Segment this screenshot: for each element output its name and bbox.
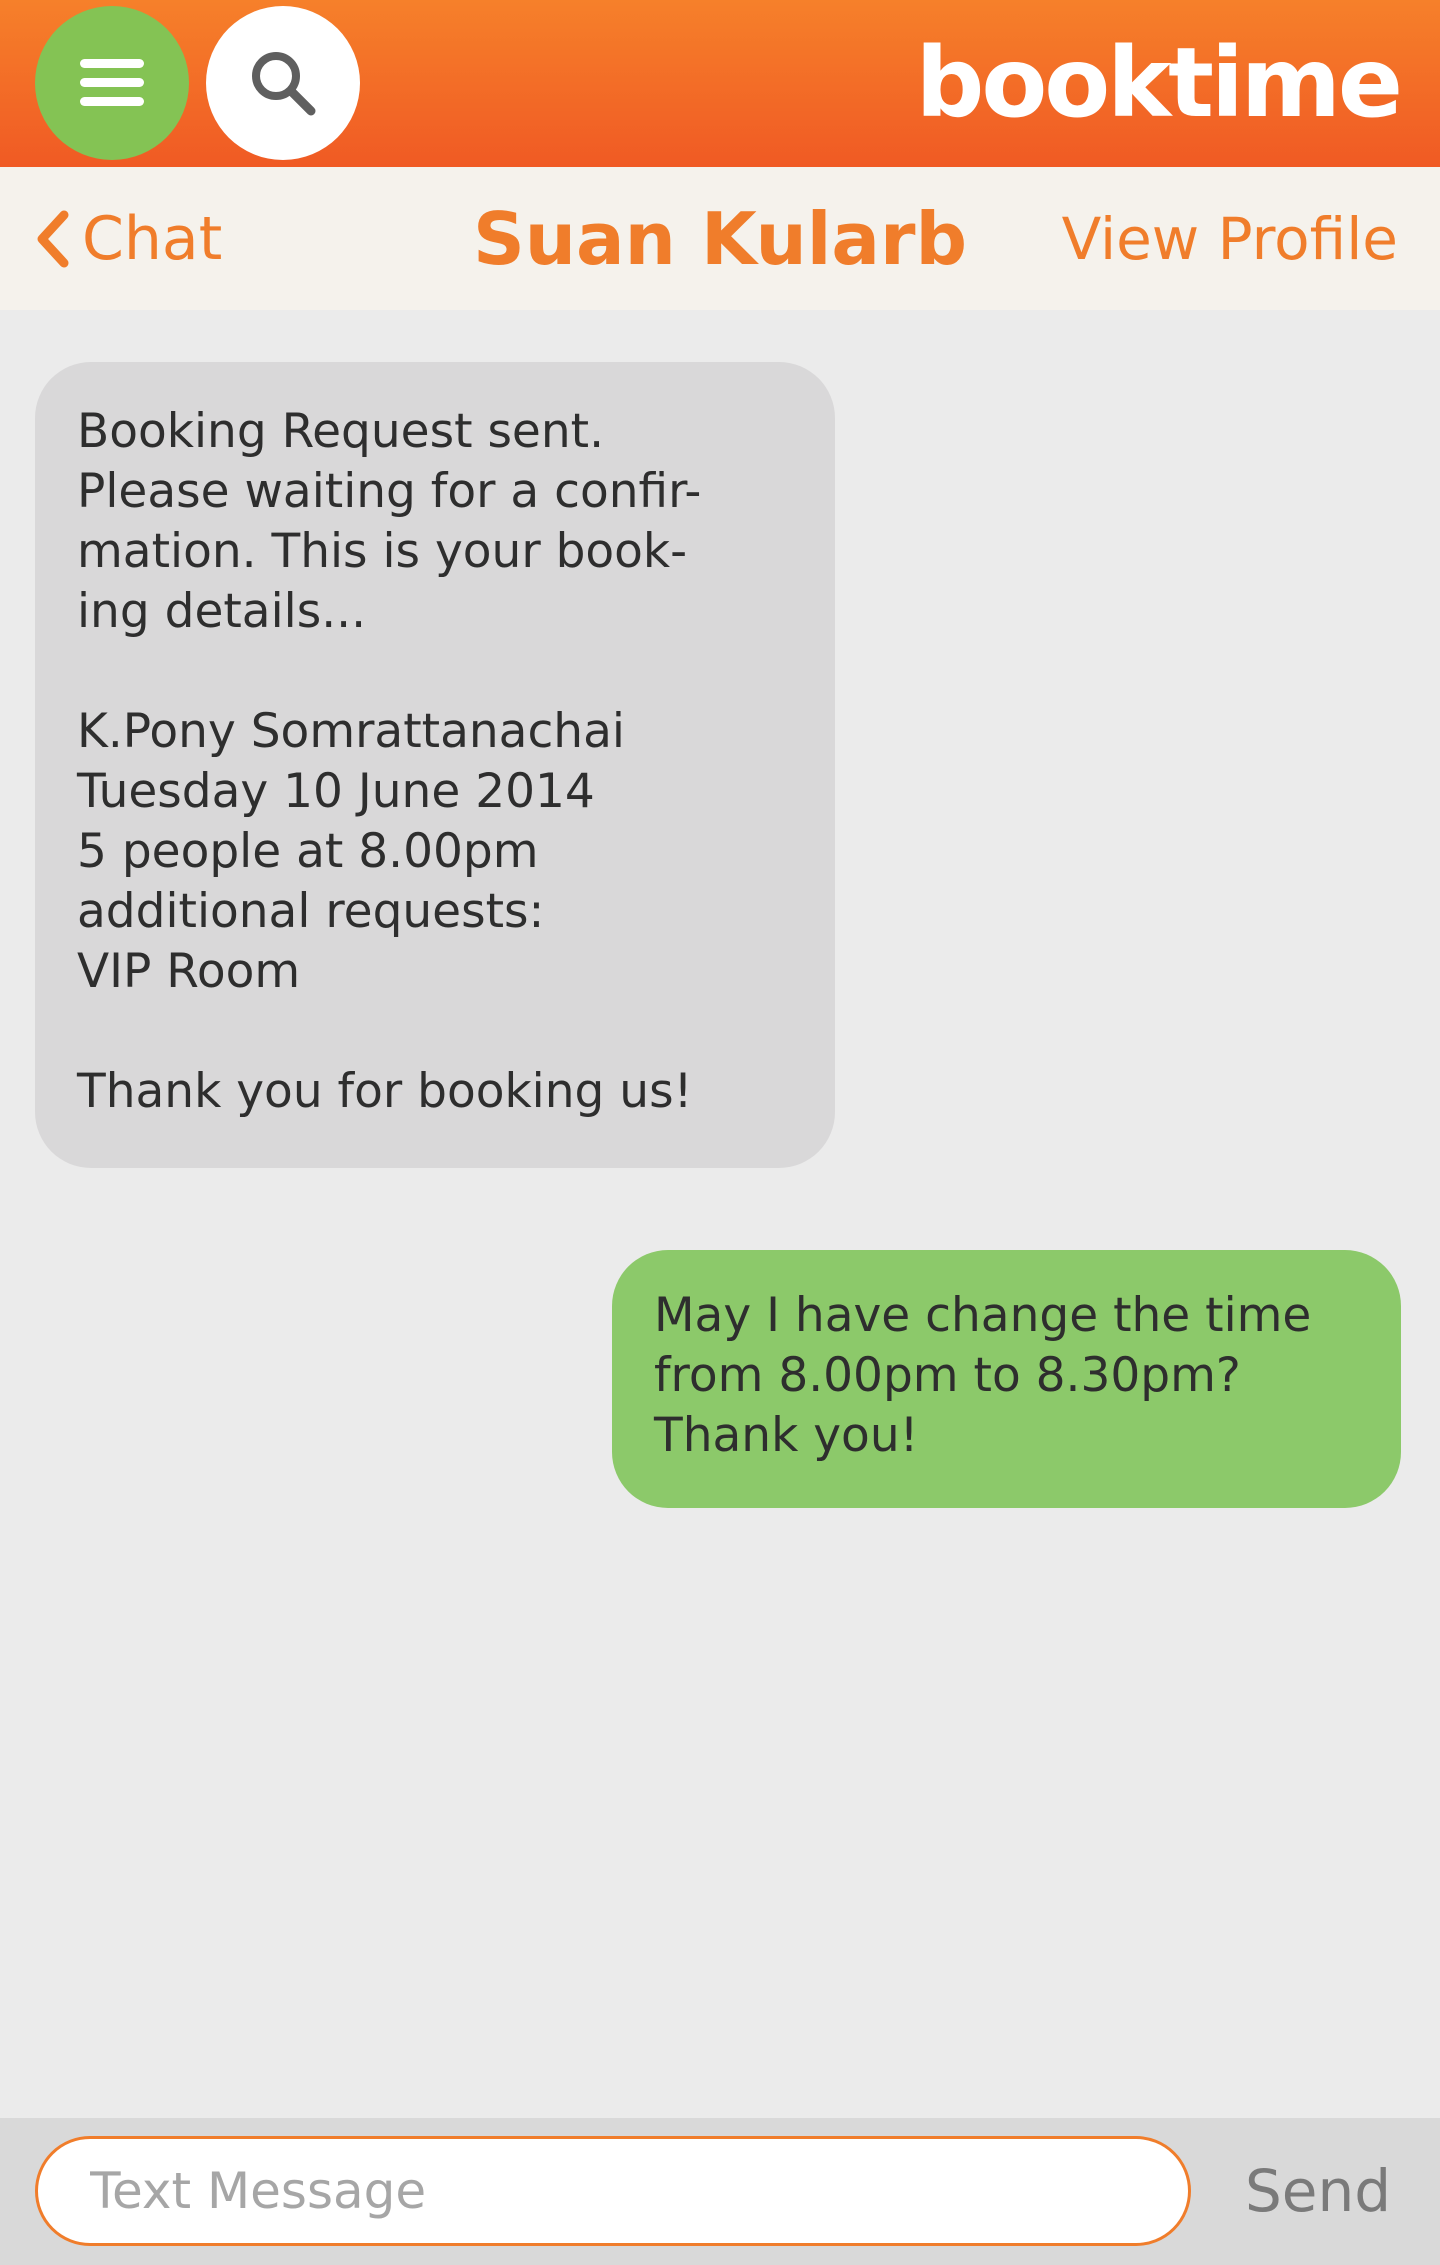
page-title: Suan Kularb	[472, 196, 968, 281]
send-button[interactable]: Send	[1228, 2136, 1408, 2246]
message-list[interactable]: Booking Request sent. Please waiting for…	[0, 310, 1440, 2118]
booktime-logo: booktime	[915, 27, 1403, 139]
search-icon	[252, 52, 316, 116]
back-label: Chat	[82, 203, 223, 274]
hamburger-menu-icon	[80, 59, 144, 106]
message-input[interactable]	[35, 2136, 1191, 2246]
chevron-left-icon	[37, 210, 69, 267]
message-composer: Send	[0, 2118, 1440, 2265]
incoming-message-bubble: Booking Request sent. Please waiting for…	[35, 362, 835, 1168]
chat-navbar: Chat Suan Kularb View Profile	[0, 167, 1440, 310]
view-profile-link[interactable]: View Profile	[1062, 167, 1398, 310]
outgoing-message-bubble: May I have change the time from 8.00pm t…	[612, 1250, 1401, 1508]
back-to-chat-button[interactable]: Chat	[34, 167, 222, 310]
app-header: booktime	[0, 0, 1440, 167]
search-button[interactable]	[206, 6, 360, 160]
menu-button[interactable]	[35, 6, 189, 160]
